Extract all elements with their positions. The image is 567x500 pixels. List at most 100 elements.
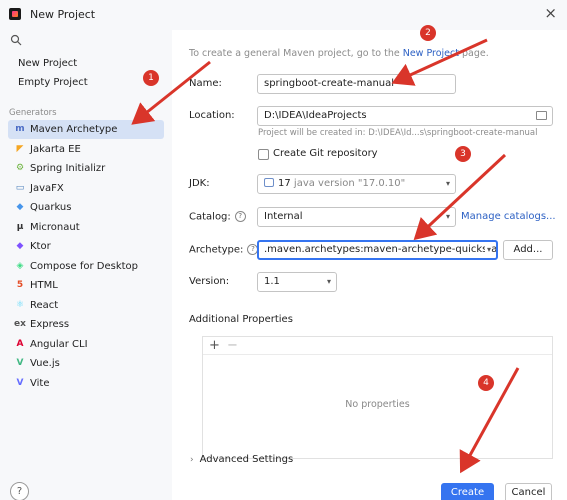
vue-icon: V bbox=[16, 358, 24, 368]
additional-properties-header: Additional Properties bbox=[189, 314, 293, 325]
ktor-icon: ◆ bbox=[16, 241, 24, 251]
add-archetype-button[interactable]: Add... bbox=[503, 240, 553, 260]
advanced-settings-label: Advanced Settings bbox=[199, 454, 294, 465]
generator-item[interactable]: ◈ Compose for Desktop bbox=[8, 257, 164, 276]
generator-label: Maven Archetype bbox=[30, 124, 118, 135]
generator-item[interactable]: ⚛ React bbox=[8, 296, 164, 315]
git-checkbox[interactable] bbox=[258, 149, 269, 160]
jdk-icon bbox=[264, 178, 274, 187]
jakarta-icon: ◤ bbox=[16, 143, 24, 154]
manage-catalogs-link[interactable]: Manage catalogs... bbox=[461, 211, 556, 222]
empty-properties-text: No properties bbox=[345, 399, 410, 410]
sidebar-item-label: Empty Project bbox=[18, 77, 88, 88]
title-bar: New Project × bbox=[0, 0, 567, 30]
version-select[interactable]: 1.1 ▾ bbox=[257, 272, 337, 292]
generator-label: Jakarta EE bbox=[30, 143, 81, 155]
version-label: Version: bbox=[189, 276, 230, 287]
remove-icon: − bbox=[227, 338, 238, 353]
chevron-down-icon: ▾ bbox=[445, 212, 450, 221]
location-hint: Project will be created in: D:\IDEA\Id..… bbox=[258, 128, 538, 138]
annotation-marker: 3 bbox=[455, 146, 471, 162]
archetype-label-text: Archetype: bbox=[189, 244, 244, 256]
angular-icon: A bbox=[16, 338, 24, 349]
folder-icon[interactable] bbox=[536, 111, 547, 120]
add-icon[interactable]: + bbox=[209, 337, 220, 354]
generator-item[interactable]: V Vite bbox=[8, 374, 164, 393]
new-project-link[interactable]: New Project bbox=[403, 48, 459, 59]
react-icon: ⚛ bbox=[15, 299, 25, 310]
advanced-settings-toggle[interactable]: › Advanced Settings bbox=[190, 454, 293, 465]
javafx-icon: ▭ bbox=[15, 182, 25, 193]
close-icon[interactable]: × bbox=[544, 6, 557, 21]
generator-item[interactable]: ⚙ Spring Initializr bbox=[8, 159, 164, 178]
compose-icon: ◈ bbox=[16, 260, 24, 271]
generator-item[interactable]: 5 HTML bbox=[8, 276, 164, 295]
intellij-logo-icon bbox=[9, 8, 21, 20]
name-field[interactable]: springboot-create-manual bbox=[257, 74, 456, 94]
generator-item[interactable]: A Angular CLI bbox=[8, 335, 164, 354]
git-checkbox-label: Create Git repository bbox=[273, 148, 378, 159]
generator-item[interactable]: ◆ Quarkus bbox=[8, 198, 164, 217]
location-label: Location: bbox=[189, 110, 235, 121]
hint-suffix: page. bbox=[458, 48, 489, 59]
archetype-value: .maven.archetypes:maven-archetype-quicks… bbox=[264, 244, 498, 255]
html-icon: 5 bbox=[16, 280, 24, 290]
sidebar: New Project Empty Project Generators m Ma… bbox=[0, 30, 172, 500]
help-button[interactable]: ? bbox=[10, 482, 29, 500]
chevron-down-icon: ▾ bbox=[484, 242, 491, 258]
generator-label: Vue.js bbox=[30, 358, 60, 369]
sidebar-item-label: New Project bbox=[18, 58, 78, 69]
generator-item[interactable]: μ Micronaut bbox=[8, 218, 164, 237]
annotation-marker: 4 bbox=[478, 375, 494, 391]
cancel-button[interactable]: Cancel bbox=[505, 483, 552, 500]
generator-item[interactable]: V Vue.js bbox=[8, 354, 164, 373]
chevron-right-icon: › bbox=[190, 455, 194, 465]
spring-icon: ⚙ bbox=[15, 163, 25, 173]
generator-label: Angular CLI bbox=[30, 338, 88, 350]
name-label: Name: bbox=[189, 78, 222, 89]
jdk-detail: java version "17.0.10" bbox=[293, 178, 406, 189]
generator-item[interactable]: ◤ Jakarta EE bbox=[8, 140, 164, 159]
help-icon[interactable]: ? bbox=[234, 211, 246, 222]
jdk-version: 17 bbox=[278, 178, 291, 189]
generator-label: Vite bbox=[30, 377, 50, 389]
window-title: New Project bbox=[30, 8, 96, 21]
express-icon: ex bbox=[14, 319, 26, 329]
location-value: D:\IDEA\IdeaProjects bbox=[264, 110, 367, 121]
catalog-label-text: Catalog: bbox=[189, 211, 231, 223]
generator-label: Quarkus bbox=[30, 202, 72, 213]
search-icon[interactable] bbox=[10, 34, 22, 46]
version-value: 1.1 bbox=[264, 276, 280, 287]
properties-toolbar: + − bbox=[203, 337, 552, 355]
generators-header: Generators bbox=[9, 108, 57, 118]
catalog-label: Catalog:? bbox=[189, 211, 246, 223]
catalog-select[interactable]: Internal ▾ bbox=[257, 207, 456, 227]
catalog-value: Internal bbox=[264, 211, 303, 222]
generator-label: Express bbox=[30, 319, 70, 330]
annotation-marker: 1 bbox=[143, 70, 159, 86]
create-button[interactable]: Create bbox=[441, 483, 494, 500]
maven-hint: To create a general Maven project, go to… bbox=[189, 48, 489, 59]
generator-item[interactable]: ▭ JavaFX bbox=[8, 179, 164, 198]
properties-table: + − No properties bbox=[202, 336, 553, 459]
generator-label: React bbox=[30, 299, 59, 311]
generator-label: Compose for Desktop bbox=[30, 260, 139, 272]
generator-label: Spring Initializr bbox=[30, 163, 106, 174]
archetype-select[interactable]: .maven.archetypes:maven-archetype-quicks… bbox=[257, 240, 498, 260]
micronaut-icon: μ bbox=[16, 221, 24, 232]
vite-icon: V bbox=[16, 377, 24, 388]
generator-label: JavaFX bbox=[30, 182, 64, 194]
generator-item[interactable]: ex Express bbox=[8, 315, 164, 334]
generator-item[interactable]: m Maven Archetype bbox=[8, 120, 164, 139]
jdk-select[interactable]: 17 java version "17.0.10" ▾ bbox=[257, 174, 456, 194]
sidebar-item-new-project[interactable]: New Project bbox=[8, 54, 164, 73]
quarkus-icon: ◆ bbox=[16, 202, 24, 212]
location-field[interactable]: D:\IDEA\IdeaProjects bbox=[257, 106, 553, 126]
jdk-label: JDK: bbox=[189, 178, 210, 189]
sidebar-item-empty-project[interactable]: Empty Project bbox=[8, 73, 164, 92]
generator-label: Ktor bbox=[30, 241, 51, 252]
chevron-down-icon: ▾ bbox=[326, 277, 331, 286]
hint-text: To create a general Maven project, go to… bbox=[189, 48, 403, 59]
generator-item[interactable]: ◆ Ktor bbox=[8, 237, 164, 256]
m-icon: m bbox=[15, 124, 25, 134]
